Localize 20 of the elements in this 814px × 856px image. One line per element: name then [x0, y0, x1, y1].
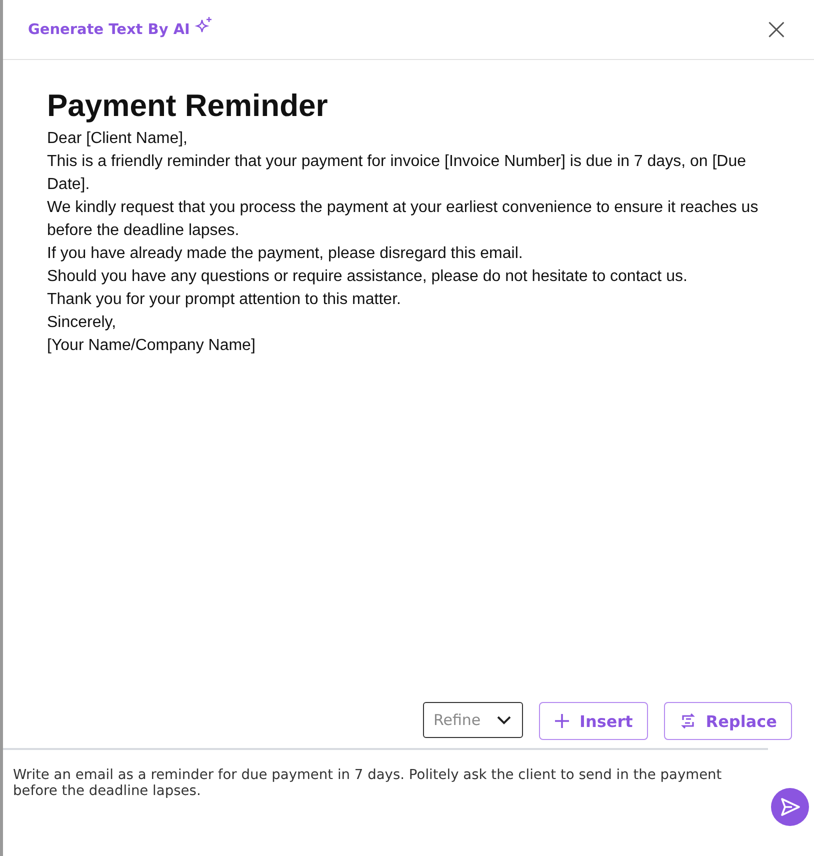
document-paragraph: [Your Name/Company Name] [47, 336, 256, 356]
document-paragraph: Should you have any questions or require assistance, please do not hesitate to contact us. [47, 267, 688, 287]
send-icon [779, 796, 801, 818]
document-paragraph: Sincerely, [47, 313, 118, 333]
document-paragraph: We kindly request that you process the payment at your earliest convenience to ensure it reaches us before the deadline lapses. [47, 198, 760, 241]
refine-dropdown[interactable]: Refine [423, 702, 524, 738]
swap-arrows-icon [678, 713, 697, 729]
insert-button[interactable]: Insert [539, 702, 648, 740]
replace-button[interactable]: Replace [664, 702, 792, 740]
document-paragraph: If you have already made the payment, please disregard this email. [47, 244, 524, 264]
plus-icon [554, 713, 570, 729]
dialog-title: Generate Text By AI [28, 22, 190, 38]
close-button[interactable]: × [764, 14, 789, 44]
document-paragraph: Thank you for your prompt attention to this matter. [47, 290, 402, 310]
document-paragraph: This is a friendly reminder that your payment for invoice [Invoice Number] is due in 7 days, on [Due Date]. [47, 152, 747, 195]
chevron-down-icon [497, 716, 512, 724]
document-heading: Payment Reminder [47, 88, 329, 124]
document-paragraph: Dear [Client Name], [47, 129, 188, 149]
prompt-field[interactable]: Write an email as a reminder for due payment in 7 days. Politely ask the client to send in the payment before the deadline lapses. [3, 750, 768, 840]
send-button[interactable] [771, 788, 809, 826]
